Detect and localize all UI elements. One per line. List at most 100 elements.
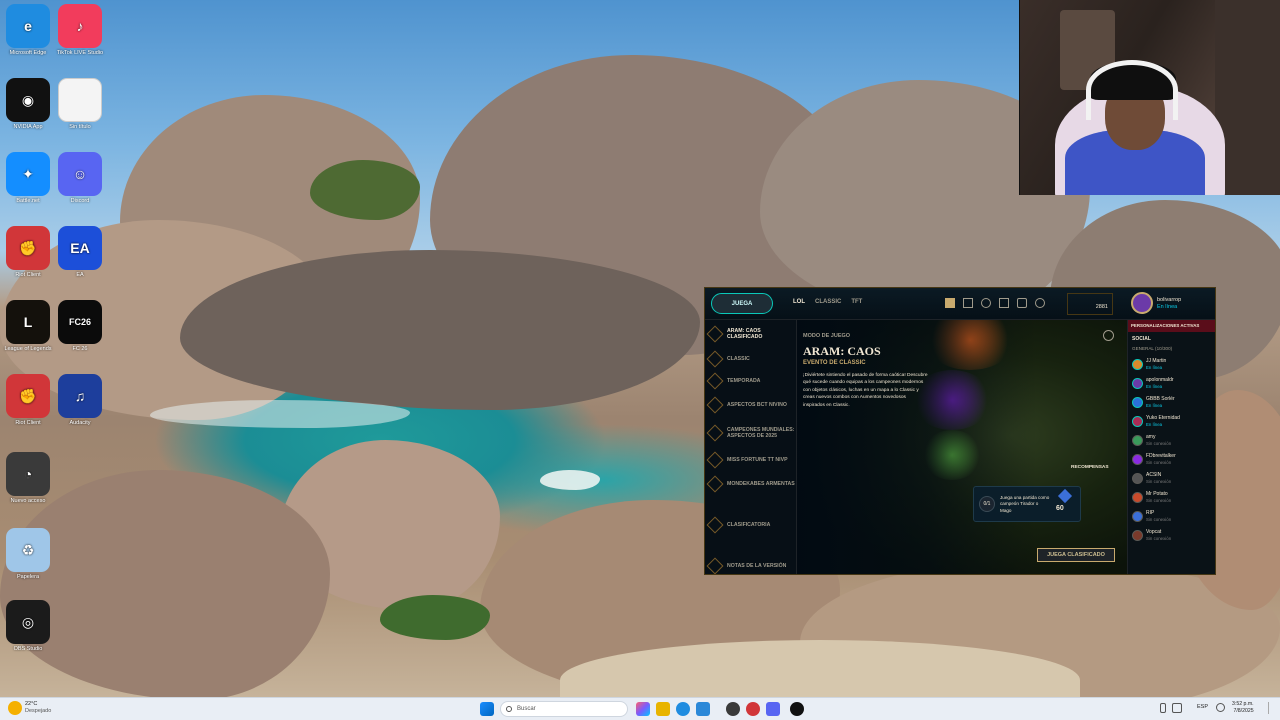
edge-taskbar-icon[interactable] <box>676 702 690 716</box>
play-ranked-button[interactable]: JUEGA CLASIFICADO <box>1037 548 1115 562</box>
diamond-icon <box>706 424 724 442</box>
clock[interactable]: 3:52 p.m. 7/8/2025 <box>1232 701 1254 715</box>
loot-icon[interactable] <box>999 298 1009 308</box>
weather-temp: 22°C <box>25 701 38 707</box>
friend-item[interactable]: amy Sin conexión <box>1128 431 1215 450</box>
sidebar-item[interactable]: MISS FORTUNE TT NIVP <box>705 448 796 472</box>
league-icon[interactable]: L League of Legends <box>2 300 54 352</box>
audacity-icon[interactable]: ♫ Audacity <box>54 374 106 426</box>
diamond-icon <box>706 475 724 493</box>
active-customizations-banner[interactable]: PERSONALIZACIONES ACTIVAS <box>1128 320 1215 332</box>
edge-icon[interactable]: e Microsoft Edge <box>2 4 54 56</box>
rewards-label: RECOMPENSAS <box>1071 465 1109 470</box>
discord-glyph: ☺ <box>58 152 102 196</box>
mission-card[interactable]: 0/1 Juega una partida como campeón Tirad… <box>973 486 1081 522</box>
blank-file-icon[interactable]: Sin título <box>54 78 106 130</box>
settings-icon[interactable] <box>1035 298 1045 308</box>
language-indicator[interactable]: ESP <box>1197 704 1208 710</box>
tiktok-live-icon[interactable]: ♪ TikTok LIVE Studio <box>54 4 106 56</box>
tab-tft[interactable]: TFT <box>851 299 862 305</box>
sidebar-item[interactable]: TEMPORADA <box>705 370 796 392</box>
copilot-icon[interactable] <box>636 702 650 716</box>
sidebar-item-label: TEMPORADA <box>727 378 761 384</box>
weather-icon[interactable] <box>8 701 22 715</box>
sidebar-item[interactable]: CLASIFICATORIA <box>705 496 796 554</box>
desktop-icon-label: Papelera <box>16 574 40 580</box>
friend-item[interactable]: Mr Potato Sin conexión <box>1128 488 1215 507</box>
rp-amount: 2881 <box>1095 304 1108 310</box>
friend-status: Sin conexión <box>1146 440 1172 446</box>
friend-item[interactable]: Vopcat Sin conexión <box>1128 526 1215 545</box>
wifi-icon[interactable] <box>1216 703 1225 712</box>
sidebar-item[interactable]: CLASSIC <box>705 348 796 370</box>
friend-status: Sin conexión <box>1146 459 1172 465</box>
friends-group-header[interactable]: GENERAL (10/300) <box>1128 345 1215 355</box>
search-box[interactable]: Buscar <box>500 701 628 717</box>
store-taskbar-icon[interactable] <box>696 702 710 716</box>
clock-date: 7/8/2025 <box>1233 708 1254 715</box>
friend-item[interactable]: FDbrevitalker Sin conexión <box>1128 450 1215 469</box>
profile-icon[interactable] <box>963 298 973 308</box>
riot-taskbar-icon[interactable] <box>746 702 760 716</box>
recycle-bin-icon[interactable]: ♻ Papelera <box>2 528 54 580</box>
fc26-icon[interactable]: FC26 FC 26 <box>54 300 106 352</box>
ea-icon[interactable]: EA EA <box>54 226 106 278</box>
tiktok-taskbar-icon[interactable] <box>790 702 804 716</box>
mute-icon[interactable] <box>1103 330 1114 341</box>
collection-icon[interactable] <box>981 298 991 308</box>
friend-status: Sin conexión <box>1146 478 1172 484</box>
sidebar-item[interactable]: ARAM: CAOS CLASIFICADO <box>705 320 796 348</box>
ea-glyph: EA <box>58 226 102 270</box>
sidebar-item[interactable]: ASPECTOS BCT NIVINO <box>705 392 796 418</box>
friend-name: FDbrevitalker <box>1146 453 1176 460</box>
desktop-icon-label: Audacity <box>69 420 91 426</box>
diamond-icon <box>706 516 724 534</box>
riot-client-icon[interactable]: ✊ Riot Client <box>2 226 54 278</box>
edge-glyph: e <box>6 4 50 48</box>
blank-file-glyph <box>58 78 102 122</box>
friend-item[interactable]: JJ Martin En línea <box>1128 355 1215 374</box>
weather-widget[interactable]: 22°C Despejado <box>25 701 51 715</box>
sidebar-item[interactable]: CAMPEONES MUNDIALES: ASPECTOS DE 2025 <box>705 418 796 448</box>
start-icon[interactable] <box>480 702 494 716</box>
nvidia-icon[interactable]: ◉ NVIDIA App <box>2 78 54 130</box>
home-icon[interactable] <box>945 298 955 308</box>
file-explorer-icon[interactable] <box>656 702 670 716</box>
store-icon[interactable] <box>1017 298 1027 308</box>
discord-taskbar-icon[interactable] <box>766 702 780 716</box>
play-button[interactable]: JUEGA <box>711 293 773 314</box>
riot-client-2-icon[interactable]: ✊ Riot Client <box>2 374 54 426</box>
event-main-panel: MODO DE JUEGO ARAM: CAOS EVENTO DE CLASS… <box>797 320 1127 574</box>
profile-avatar[interactable] <box>1131 292 1153 314</box>
tab-classic[interactable]: CLASSIC <box>815 299 841 305</box>
discord-icon[interactable]: ☺ Discord <box>54 152 106 204</box>
friend-item[interactable]: Yuko Eternidad En línea <box>1128 412 1215 431</box>
show-desktop-button[interactable] <box>1268 702 1274 714</box>
battery-icon[interactable] <box>1172 703 1182 713</box>
profile-name: bolivarrop <box>1157 297 1182 303</box>
mission-progress: 0/1 <box>979 496 995 512</box>
friend-item[interactable]: ACSIN Sin conexión <box>1128 469 1215 488</box>
audacity-glyph: ♫ <box>58 374 102 418</box>
headset <box>1086 60 1178 120</box>
sidebar-item[interactable]: MONDEKABES ARMENTAS <box>705 472 796 496</box>
currency-display[interactable]: 2881 <box>1067 293 1113 315</box>
obs-taskbar-icon[interactable] <box>726 702 740 716</box>
tab-lol[interactable]: LOL <box>793 299 805 305</box>
tray-chevron-icon[interactable] <box>1160 703 1166 713</box>
friend-item[interactable]: GBBB Sorlér En línea <box>1128 393 1215 412</box>
shrub <box>380 595 490 640</box>
friend-item[interactable]: RIP Sin conexión <box>1128 507 1215 526</box>
obs-glyph: ◎ <box>6 600 50 644</box>
obs-icon[interactable]: ◎ OBS Studio <box>2 600 54 652</box>
shortcut-icon[interactable]: ◔ Nuevo acceso <box>2 452 54 504</box>
friend-item[interactable]: apolonmaldr En línea <box>1128 374 1215 393</box>
diamond-icon <box>706 372 724 390</box>
battlenet-icon[interactable]: ✦ Battle.net <box>2 152 54 204</box>
friend-name: apolonmaldr <box>1146 377 1174 384</box>
sidebar-item[interactable]: NOTAS DE LA VERSIÓN <box>705 554 796 574</box>
battlenet-glyph: ✦ <box>6 152 50 196</box>
desktop-icon-label: Sin título <box>69 124 91 130</box>
clock-time: 3:52 p.m. <box>1232 701 1254 707</box>
client-topbar: JUEGA LOL CLASSIC TFT 2881 bolivarrop En… <box>705 288 1215 320</box>
